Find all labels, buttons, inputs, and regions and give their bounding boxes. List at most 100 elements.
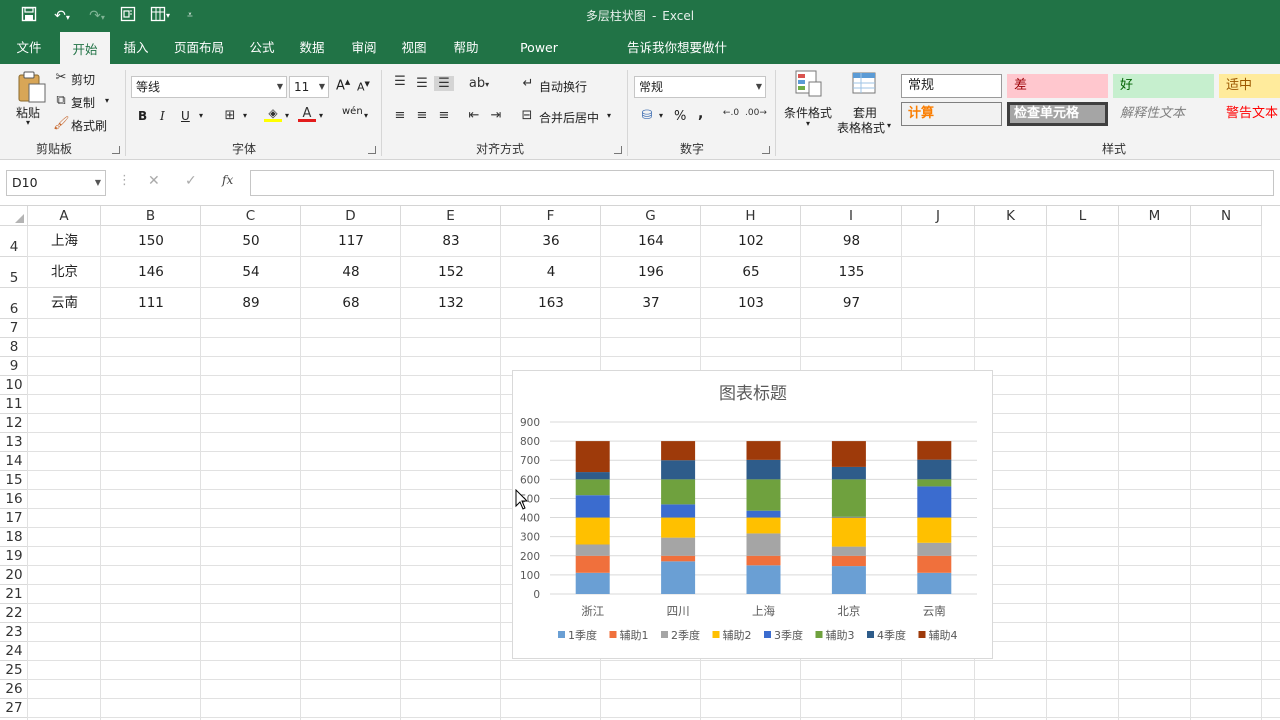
tab-5[interactable]: 数据 <box>298 32 326 64</box>
column-header-c[interactable]: C <box>201 206 301 226</box>
tab-0[interactable]: 文件 <box>14 32 44 64</box>
tab-3[interactable]: 页面布局 <box>172 32 226 64</box>
tab-4[interactable]: 公式 <box>248 32 276 64</box>
value-cell[interactable]: 102 <box>701 226 801 257</box>
tab-7[interactable]: 视图 <box>400 32 428 64</box>
row-header-18[interactable]: 18 <box>0 528 28 547</box>
format-table-dropdown-icon[interactable]: ▾ <box>887 121 891 130</box>
font-color-icon[interactable]: A <box>298 106 316 122</box>
align-right-icon[interactable]: ≡ <box>435 108 453 123</box>
row-header-26[interactable]: 26 <box>0 680 28 699</box>
column-header-a[interactable]: A <box>28 206 101 226</box>
cut-button[interactable]: 剪切 <box>71 71 95 88</box>
format-as-table-button[interactable]: 表格格式 <box>837 119 885 136</box>
fill-dropdown-icon[interactable]: ▾ <box>285 111 289 120</box>
increase-indent-icon[interactable]: ⇥ <box>486 108 506 123</box>
column-header-l[interactable]: L <box>1047 206 1119 226</box>
conditional-format-icon[interactable] <box>794 70 824 100</box>
decrease-decimal-icon[interactable]: .00→ <box>745 108 767 118</box>
region-cell[interactable]: 云南 <box>28 288 101 319</box>
value-cell[interactable]: 50 <box>201 226 301 257</box>
comma-icon[interactable]: , <box>698 106 703 122</box>
currency-icon[interactable]: ⛁ <box>637 108 657 123</box>
wrap-text-icon[interactable]: ↵ <box>520 76 536 91</box>
row-header-4[interactable]: 4 <box>0 226 28 257</box>
merge-dropdown-icon[interactable]: ▾ <box>607 111 611 120</box>
stacked-column-chart[interactable]: 图表标题 0 100 200 300 400 500 600 700 800 900 浙江 四川 上海 北京… <box>512 370 993 659</box>
tab-9[interactable]: Power Pivot <box>503 32 575 86</box>
column-header-b[interactable]: B <box>101 206 201 226</box>
row-header-12[interactable]: 12 <box>0 414 28 433</box>
orientation-icon[interactable]: ab▾ <box>466 76 492 91</box>
row-header-21[interactable]: 21 <box>0 585 28 604</box>
row-header-17[interactable]: 17 <box>0 509 28 528</box>
tab-8[interactable]: 帮助 <box>452 32 480 64</box>
shrink-font-icon[interactable]: A▼ <box>357 80 370 94</box>
column-header-g[interactable]: G <box>601 206 701 226</box>
increase-decimal-icon[interactable]: ←.0 <box>722 108 740 118</box>
region-cell[interactable]: 上海 <box>28 226 101 257</box>
cell-style-2[interactable]: 好 <box>1113 74 1214 98</box>
font-launcher-icon[interactable] <box>368 146 376 154</box>
tab-10[interactable]: 告诉我你想要做什么💡 <box>599 32 739 86</box>
value-cell[interactable]: 111 <box>101 288 201 319</box>
paste-icon[interactable] <box>14 70 48 104</box>
row-header-7[interactable]: 7 <box>0 319 28 338</box>
insert-function-icon[interactable]: fx <box>222 173 233 187</box>
format-painter-icon[interactable]: 🖌 <box>53 116 70 131</box>
row-header-27[interactable]: 27 <box>0 699 28 718</box>
font-name-select[interactable]: 等线 ▼ <box>131 76 287 98</box>
number-format-select[interactable]: 常规 ▼ <box>634 76 766 98</box>
clipboard-launcher-icon[interactable] <box>112 146 120 154</box>
value-cell[interactable]: 150 <box>101 226 201 257</box>
align-bottom-icon[interactable]: ☰ <box>434 76 454 91</box>
border-dropdown-icon[interactable]: ▾ <box>243 111 247 120</box>
font-size-select[interactable]: 11 ▼ <box>289 76 329 98</box>
cut-icon[interactable]: ✂ <box>53 70 69 85</box>
formula-input[interactable] <box>250 170 1274 196</box>
copy-dropdown-icon[interactable]: ▾ <box>105 96 109 105</box>
underline-icon[interactable]: U <box>181 109 190 123</box>
row-header-13[interactable]: 13 <box>0 433 28 452</box>
enter-icon[interactable]: ✓ <box>185 173 197 189</box>
column-header-j[interactable]: J <box>902 206 975 226</box>
value-cell[interactable]: 36 <box>501 226 601 257</box>
cell-style-6[interactable]: 解释性文本 <box>1113 102 1214 126</box>
row-header-16[interactable]: 16 <box>0 490 28 509</box>
cell-style-3[interactable]: 适中 <box>1219 74 1280 98</box>
row-header-15[interactable]: 15 <box>0 471 28 490</box>
row-header-24[interactable]: 24 <box>0 642 28 661</box>
cancel-icon[interactable]: ✕ <box>148 173 160 189</box>
row-header-8[interactable]: 8 <box>0 338 28 357</box>
tab-2[interactable]: 插入 <box>122 32 150 64</box>
align-left-icon[interactable]: ≡ <box>391 108 409 123</box>
value-cell[interactable]: 135 <box>801 257 902 288</box>
column-header-e[interactable]: E <box>401 206 501 226</box>
column-header-i[interactable]: I <box>801 206 902 226</box>
value-cell[interactable]: 97 <box>801 288 902 319</box>
value-cell[interactable]: 83 <box>401 226 501 257</box>
value-cell[interactable]: 68 <box>301 288 401 319</box>
fill-color-icon[interactable]: ◈ <box>264 106 282 122</box>
value-cell[interactable]: 132 <box>401 288 501 319</box>
row-header-10[interactable]: 10 <box>0 376 28 395</box>
cell-style-5[interactable]: 检查单元格 <box>1007 102 1108 126</box>
align-center-icon[interactable]: ≡ <box>413 108 431 123</box>
copy-button[interactable]: 复制 <box>71 94 95 111</box>
column-header-d[interactable]: D <box>301 206 401 226</box>
align-top-icon[interactable]: ☰ <box>391 74 409 89</box>
row-header-11[interactable]: 11 <box>0 395 28 414</box>
value-cell[interactable]: 54 <box>201 257 301 288</box>
chevron-down-icon[interactable]: ▼ <box>95 171 101 195</box>
wrap-text-button[interactable]: 自动换行 <box>539 78 587 95</box>
row-header-14[interactable]: 14 <box>0 452 28 471</box>
copy-icon[interactable]: ⧉ <box>53 93 69 108</box>
tab-1[interactable]: 开始 <box>60 32 110 64</box>
number-launcher-icon[interactable] <box>762 146 770 154</box>
value-cell[interactable]: 117 <box>301 226 401 257</box>
value-cell[interactable]: 98 <box>801 226 902 257</box>
italic-icon[interactable]: I <box>160 109 165 123</box>
column-header-k[interactable]: K <box>975 206 1047 226</box>
tab-6[interactable]: 审阅 <box>350 32 378 64</box>
value-cell[interactable]: 65 <box>701 257 801 288</box>
